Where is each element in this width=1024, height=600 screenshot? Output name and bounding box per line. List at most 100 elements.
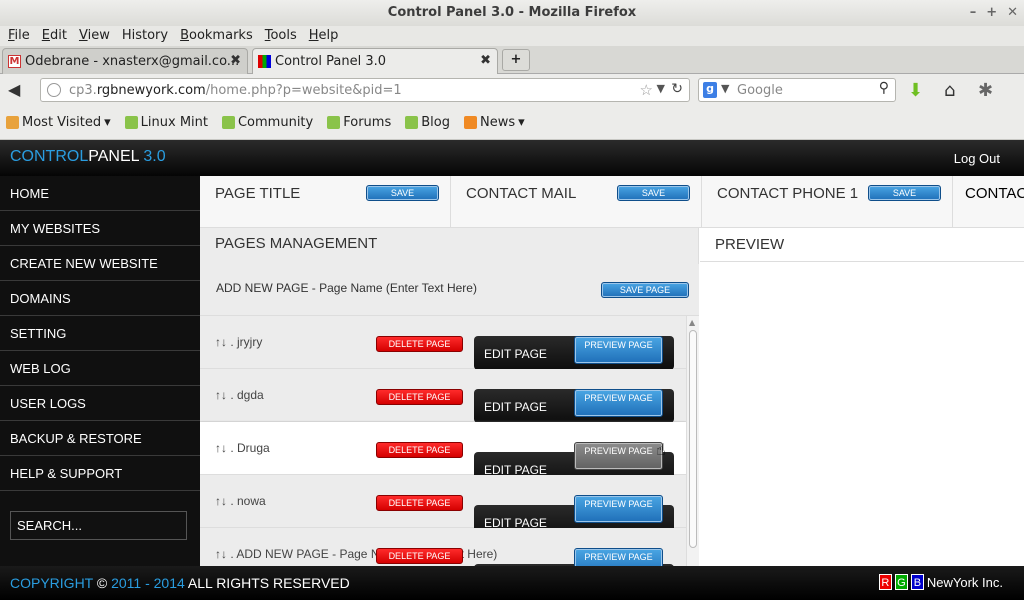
field-contact-phone: CONTACT PHONE 1 SAVE: [702, 176, 953, 228]
sidebar: HOME MY WEBSITES CREATE NEW WEBSITE DOMA…: [0, 176, 200, 566]
url-bar[interactable]: cp3.rgbnewyork.com/home.php?p=website&pi…: [40, 78, 690, 102]
menu-tools[interactable]: Tools: [259, 26, 303, 46]
menu-bar: File Edit View History Bookmarks Tools H…: [0, 26, 1024, 46]
page-name[interactable]: ↑↓ . Druga: [215, 441, 270, 455]
rgb-logo: R G B NewYork Inc.: [878, 574, 1003, 590]
preview-page-button[interactable]: PREVIEW PAGE: [574, 389, 663, 417]
window-titlebar: Control Panel 3.0 - Mozilla Firefox – + …: [0, 0, 1024, 26]
home-icon[interactable]: ⌂: [944, 80, 955, 101]
save-page-title-button[interactable]: SAVE: [366, 185, 439, 201]
back-arrow-icon[interactable]: ◀: [8, 80, 20, 99]
save-contact-phone-button[interactable]: SAVE: [868, 185, 941, 201]
bookmark-news[interactable]: News ▾: [463, 115, 525, 130]
menu-view[interactable]: View: [73, 26, 116, 46]
preview-page-button[interactable]: PREVIEW PAGE: [574, 495, 663, 523]
sidebar-item-help[interactable]: HELP & SUPPORT: [0, 456, 200, 491]
reload-icon[interactable]: ↻: [671, 81, 683, 97]
new-tab-button[interactable]: +: [502, 49, 530, 71]
add-new-page-row: ADD NEW PAGE - Page Name (Enter Text Her…: [200, 264, 699, 316]
scroll-up-icon[interactable]: ▲: [689, 318, 695, 327]
menu-bookmarks[interactable]: Bookmarks: [174, 26, 259, 46]
search-placeholder: Google: [737, 83, 783, 98]
download-arrow-icon[interactable]: ⬇: [908, 80, 923, 101]
mint-icon: [327, 116, 341, 129]
bookmark-most-visited[interactable]: Most Visited ▾: [6, 115, 111, 130]
bookmarks-bar: Most Visited ▾ Linux Mint Community Forum…: [0, 106, 1024, 140]
minimize-button[interactable]: –: [970, 0, 977, 26]
delete-page-button[interactable]: DELETE PAGE: [376, 495, 463, 511]
page-name[interactable]: ↑↓ . jryjry: [215, 335, 262, 349]
chevron-down-icon[interactable]: ▼: [657, 82, 665, 95]
delete-page-button[interactable]: DELETE PAGE: [376, 442, 463, 458]
chevron-down-icon[interactable]: ▼: [721, 82, 729, 95]
folder-icon: [6, 116, 19, 129]
preview-header: PREVIEW: [700, 228, 1024, 262]
section-title: PREVIEW: [715, 236, 785, 253]
logout-link[interactable]: Log Out: [954, 151, 1000, 166]
brand-logo: CONTROLPANEL 3.0: [10, 148, 166, 165]
menu-edit[interactable]: Edit: [36, 26, 73, 46]
g-badge: G: [894, 574, 908, 590]
search-box[interactable]: g ▼ Google ⚲: [698, 78, 896, 102]
field-label: CONTACT MAIL: [466, 185, 577, 202]
delete-page-button[interactable]: DELETE PAGE: [376, 389, 463, 405]
page-row: ↑↓ . dgda DELETE PAGE EDIT PAGE PREVIEW …: [200, 369, 686, 423]
field-label: CONTAC: [965, 185, 1024, 202]
menu-file[interactable]: File: [2, 26, 36, 46]
tab-label: Odebrane - xnasterx@gmail.co...: [25, 54, 240, 69]
page-row: ↑↓ . jryjry DELETE PAGE EDIT PAGE PREVIE…: [200, 316, 686, 370]
close-tab-icon[interactable]: ✖: [480, 53, 491, 68]
sidebar-item-create-website[interactable]: CREATE NEW WEBSITE: [0, 246, 200, 281]
sidebar-item-my-websites[interactable]: MY WEBSITES: [0, 211, 200, 246]
bookmark-community[interactable]: Community: [221, 115, 313, 130]
search-icon[interactable]: ⚲: [879, 80, 889, 96]
preview-page-button[interactable]: PREVIEW PAGE: [574, 548, 663, 566]
menu-history[interactable]: History: [116, 26, 174, 46]
scrollbar-thumb[interactable]: [689, 330, 697, 548]
bookmark-star-icon[interactable]: ☆: [640, 81, 653, 99]
sidebar-item-web-log[interactable]: WEB LOG: [0, 351, 200, 386]
window-title: Control Panel 3.0 - Mozilla Firefox: [387, 5, 637, 20]
page-name[interactable]: ↑↓ . dgda: [215, 388, 264, 402]
url-subdomain: cp3.: [69, 83, 97, 98]
rss-icon: [463, 116, 477, 129]
field-label: PAGE TITLE: [215, 185, 301, 202]
sidebar-search-input[interactable]: SEARCH...: [10, 511, 187, 540]
save-contact-mail-button[interactable]: SAVE: [617, 185, 690, 201]
cp-header: CONTROLPANEL 3.0 Log Out: [0, 140, 1024, 176]
r-badge: R: [878, 574, 892, 590]
footer: COPYRIGHT © 2011 - 2014 ALL RIGHTS RESER…: [0, 566, 1024, 600]
preview-page-button[interactable]: PREVIEW PAGE: [574, 442, 663, 470]
bookmark-linux-mint[interactable]: Linux Mint: [124, 115, 208, 130]
field-page-title: PAGE TITLE SAVE: [200, 176, 451, 228]
sidebar-item-home[interactable]: HOME: [0, 176, 200, 211]
sidebar-item-domains[interactable]: DOMAINS: [0, 281, 200, 316]
tab-control-panel[interactable]: Control Panel 3.0 ✖: [252, 48, 498, 74]
field-contact-extra: CONTAC: [953, 176, 1024, 228]
close-window-button[interactable]: ✕: [1007, 0, 1018, 26]
sidebar-item-setting[interactable]: SETTING: [0, 316, 200, 351]
pages-management-panel: PAGES MANAGEMENT ADD NEW PAGE - Page Nam…: [200, 228, 699, 566]
copyright-text: COPYRIGHT © 2011 - 2014 ALL RIGHTS RESER…: [10, 575, 350, 591]
sidebar-item-user-logs[interactable]: USER LOGS: [0, 386, 200, 421]
sidebar-item-backup[interactable]: BACKUP & RESTORE: [0, 421, 200, 456]
addon-icon[interactable]: ✱: [978, 80, 993, 101]
save-page-button[interactable]: SAVE PAGE: [601, 282, 689, 298]
close-tab-icon[interactable]: ✖: [230, 53, 241, 68]
tab-gmail[interactable]: M Odebrane - xnasterx@gmail.co... ✖: [2, 48, 248, 74]
bookmark-blog[interactable]: Blog: [405, 115, 450, 130]
mint-icon: [124, 116, 138, 129]
add-page-input[interactable]: ADD NEW PAGE - Page Name (Enter Text Her…: [216, 281, 477, 295]
tab-bar: M Odebrane - xnasterx@gmail.co... ✖ Cont…: [0, 46, 1024, 74]
page-list-scrollbar[interactable]: ▲: [686, 316, 699, 566]
menu-help[interactable]: Help: [303, 26, 345, 46]
section-title: PAGES MANAGEMENT: [215, 235, 378, 252]
mint-icon: [405, 116, 419, 129]
delete-page-button[interactable]: DELETE PAGE: [376, 548, 463, 564]
preview-page-button[interactable]: PREVIEW PAGE: [574, 336, 663, 364]
page-name[interactable]: ↑↓ . nowa: [215, 494, 266, 508]
bookmark-forums[interactable]: Forums: [327, 115, 391, 130]
navigation-bar: ◀ cp3.rgbnewyork.com/home.php?p=website&…: [0, 74, 1024, 106]
maximize-button[interactable]: +: [986, 0, 997, 26]
delete-page-button[interactable]: DELETE PAGE: [376, 336, 463, 352]
